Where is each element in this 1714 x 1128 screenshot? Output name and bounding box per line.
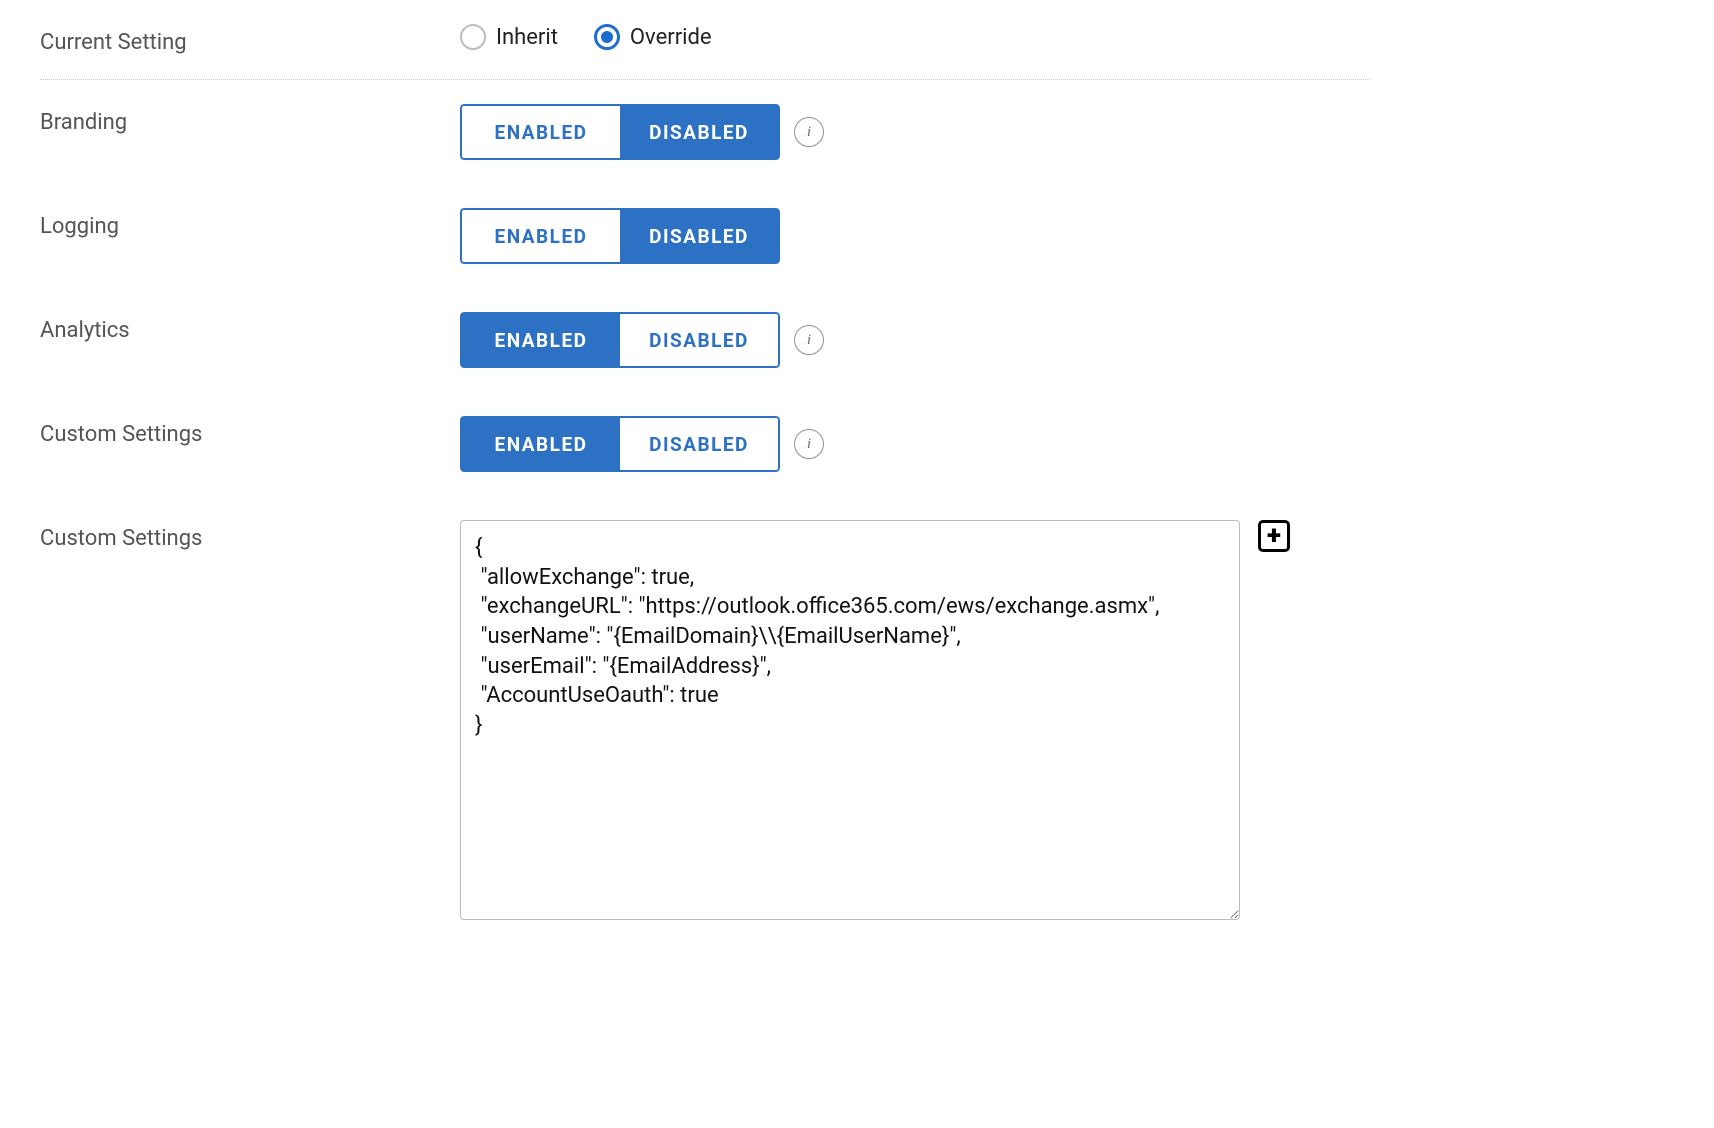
radio-inherit[interactable]: Inherit: [460, 24, 558, 50]
radio-icon: [594, 24, 620, 50]
logging-enabled-button[interactable]: ENABLED: [460, 208, 620, 264]
branding-toggle: ENABLED DISABLED: [460, 104, 780, 160]
current-setting-label: Current Setting: [40, 24, 460, 55]
logging-disabled-button[interactable]: DISABLED: [620, 208, 780, 264]
analytics-enabled-button[interactable]: ENABLED: [460, 312, 620, 368]
radio-inherit-label: Inherit: [496, 25, 558, 50]
expand-icon[interactable]: +: [1258, 520, 1290, 552]
current-setting-radio-group: Inherit Override: [460, 24, 712, 50]
branding-label: Branding: [40, 104, 460, 135]
radio-override-label: Override: [630, 25, 712, 50]
analytics-toggle: ENABLED DISABLED: [460, 312, 780, 368]
custom-settings-label: Custom Settings: [40, 520, 460, 551]
custom-settings-toggle: ENABLED DISABLED: [460, 416, 780, 472]
analytics-label: Analytics: [40, 312, 460, 343]
radio-override[interactable]: Override: [594, 24, 712, 50]
custom-settings-toggle-label: Custom Settings: [40, 416, 460, 447]
info-icon[interactable]: i: [794, 325, 824, 355]
info-icon[interactable]: i: [794, 429, 824, 459]
logging-toggle: ENABLED DISABLED: [460, 208, 780, 264]
radio-icon: [460, 24, 486, 50]
custom-settings-enabled-button[interactable]: ENABLED: [460, 416, 620, 472]
info-icon[interactable]: i: [794, 117, 824, 147]
analytics-disabled-button[interactable]: DISABLED: [620, 312, 780, 368]
logging-label: Logging: [40, 208, 460, 239]
custom-settings-textarea[interactable]: [460, 520, 1240, 920]
branding-enabled-button[interactable]: ENABLED: [460, 104, 620, 160]
custom-settings-disabled-button[interactable]: DISABLED: [620, 416, 780, 472]
branding-disabled-button[interactable]: DISABLED: [620, 104, 780, 160]
